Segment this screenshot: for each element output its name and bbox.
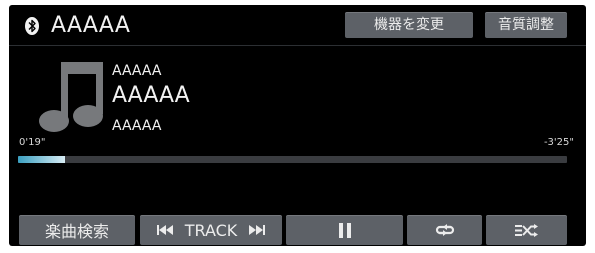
- repeat-icon: [435, 224, 454, 236]
- progress-bar[interactable]: [18, 156, 567, 163]
- previous-track-icon[interactable]: [156, 225, 173, 235]
- artist-name: AAAAA: [112, 63, 162, 79]
- shuffle-icon: [514, 223, 538, 237]
- next-track-icon[interactable]: [249, 225, 266, 235]
- shuffle-button[interactable]: [486, 215, 567, 245]
- album-name: AAAAA: [112, 118, 162, 134]
- pause-button[interactable]: [286, 215, 403, 245]
- change-device-button[interactable]: 機器を変更: [345, 12, 473, 38]
- track-title: AAAAA: [112, 83, 190, 108]
- track-skip-control: TRACK: [140, 215, 282, 245]
- bluetooth-icon: [25, 17, 39, 35]
- pause-icon: [338, 222, 351, 238]
- sound-adjust-button[interactable]: 音質調整: [485, 12, 567, 38]
- header-bar: AAAAA 機器を変更 音質調整: [9, 5, 586, 46]
- track-label: TRACK: [184, 220, 238, 240]
- progress-fill: [18, 156, 65, 163]
- audio-player-screen: AAAAA 機器を変更 音質調整 AAAAA AAAAA AAAAA 0'19"…: [9, 5, 586, 246]
- elapsed-time: 0'19": [19, 137, 46, 148]
- song-search-button[interactable]: 楽曲検索: [19, 215, 135, 245]
- device-name: AAAAA: [51, 13, 131, 38]
- remaining-time: -3'25": [543, 137, 574, 148]
- music-note-icon: [39, 62, 103, 132]
- repeat-button[interactable]: [407, 215, 482, 245]
